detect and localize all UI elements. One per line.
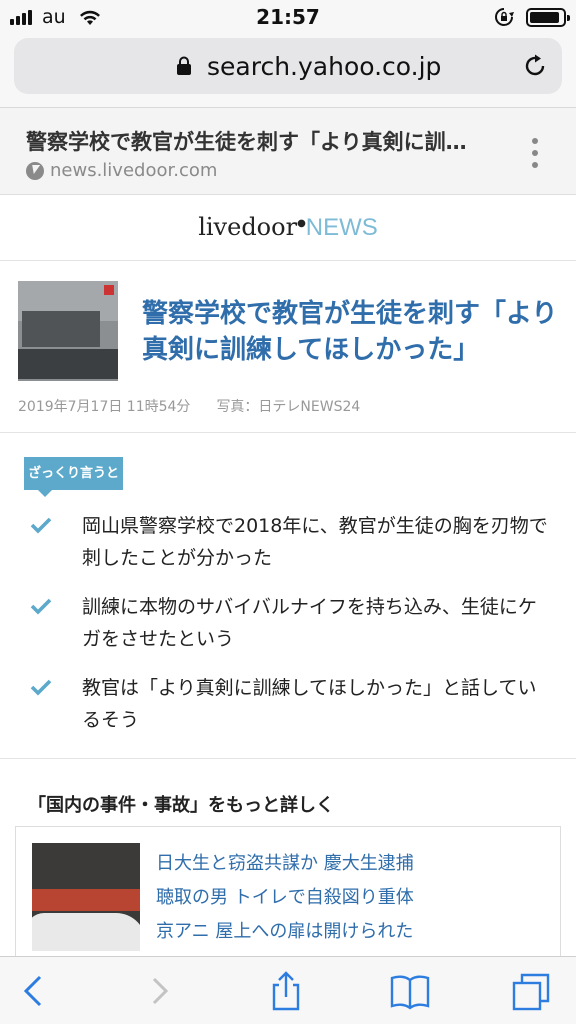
thumbnail-red-mark [104,285,114,295]
summary-tag: ざっくり言うと [24,457,123,497]
status-right [494,7,570,27]
summary-point: 訓練に本物のサバイバルナイフを持ち込み、生徒にケガをさせたという [30,591,550,655]
related-link[interactable]: 聴取の男 トイレで自殺図り重体 [156,881,414,915]
reload-icon[interactable] [522,53,548,79]
amp-domain: news.livedoor.com [26,160,217,181]
livedoor-news-logo[interactable]: livedoor●NEWS [0,213,576,242]
photo-credit: 写真：日テレNEWS24 [216,399,361,415]
status-bar: au 21:57 [0,0,576,34]
summary-points: 岡山県警察学校で2018年に、教官が生徒の胸を刃物で刺したことが分かった 訓練に… [30,510,550,753]
summary-point-text: 訓練に本物のサバイバルナイフを持ち込み、生徒にケガをさせたという [82,596,537,650]
related-section-title: 「国内の事件・事故」をもっと詳しく [28,795,334,816]
rotation-lock-icon [495,8,514,26]
url-text[interactable]: search.yahoo.co.jp [207,52,441,81]
logo-news: NEWS [305,214,378,241]
related-thumbnail[interactable] [32,843,140,951]
amp-domain-text: news.livedoor.com [50,160,218,181]
thumbnail-police-light [32,889,140,911]
check-icon [30,598,52,615]
lock-icon [177,56,191,75]
thumbnail-sign [22,311,100,347]
related-link[interactable]: 日大生と窃盗共謀か 慶大生逮捕 [156,847,414,881]
summary-point: 教官は「より真剣に訓練してほしかった」と話しているそう [30,672,550,736]
related-link[interactable]: 京アニ 屋上への扉は開けられた [156,915,414,949]
article-thumbnail[interactable] [18,281,118,381]
summary-point-text: 教官は「より真剣に訓練してほしかった」と話しているそう [82,677,537,731]
logo-brand: livedoor [198,213,298,241]
check-icon [30,679,52,696]
check-icon [30,517,52,534]
tabs-icon[interactable] [512,971,552,1011]
logo-dot: ● [297,218,306,229]
address-bar[interactable]: search.yahoo.co.jp [14,38,562,94]
amp-header[interactable]: 警察学校で教官が生徒を刺す「より真剣に訓… news.livedoor.com [0,108,576,195]
bookmarks-icon[interactable] [390,971,430,1011]
summary-point: 岡山県警察学校で2018年に、教官が生徒の胸を刃物で刺したことが分かった [30,510,550,574]
divider [0,758,576,759]
thumbnail-police-car [32,913,140,951]
article-meta: 2019年7月17日 11時54分 写真：日テレNEWS24 [18,396,360,416]
back-icon[interactable] [14,971,54,1011]
more-options-icon[interactable] [532,138,538,168]
related-links: 日大生と窃盗共謀か 慶大生逮捕 聴取の男 トイレで自殺図り重体 京アニ 屋上への… [156,847,414,949]
address-bar-area: search.yahoo.co.jp [0,34,576,108]
status-time: 21:57 [256,5,320,29]
thumbnail-caption-band [18,349,118,379]
share-icon[interactable] [266,971,306,1011]
forward-icon[interactable] [140,971,180,1011]
battery-fill [530,11,560,23]
site-logo-bar: livedoor●NEWS [0,195,576,261]
summary-point-text: 岡山県警察学校で2018年に、教官が生徒の胸を刃物で刺したことが分かった [82,515,548,569]
battery-icon [526,7,570,27]
amp-page-title[interactable]: 警察学校で教官が生徒を刺す「より真剣に訓… [26,126,496,156]
browser-toolbar [0,956,576,1024]
article-date: 2019年7月17日 11時54分 [18,399,191,415]
related-box: 日大生と窃盗共謀か 慶大生逮捕 聴取の男 トイレで自殺図り重体 京アニ 屋上への… [15,826,561,966]
amp-bolt-icon [26,161,44,180]
article-headline: 警察学校で教官が生徒を刺す「より真剣に訓練してほしかった」 [142,299,558,365]
divider [0,432,576,433]
